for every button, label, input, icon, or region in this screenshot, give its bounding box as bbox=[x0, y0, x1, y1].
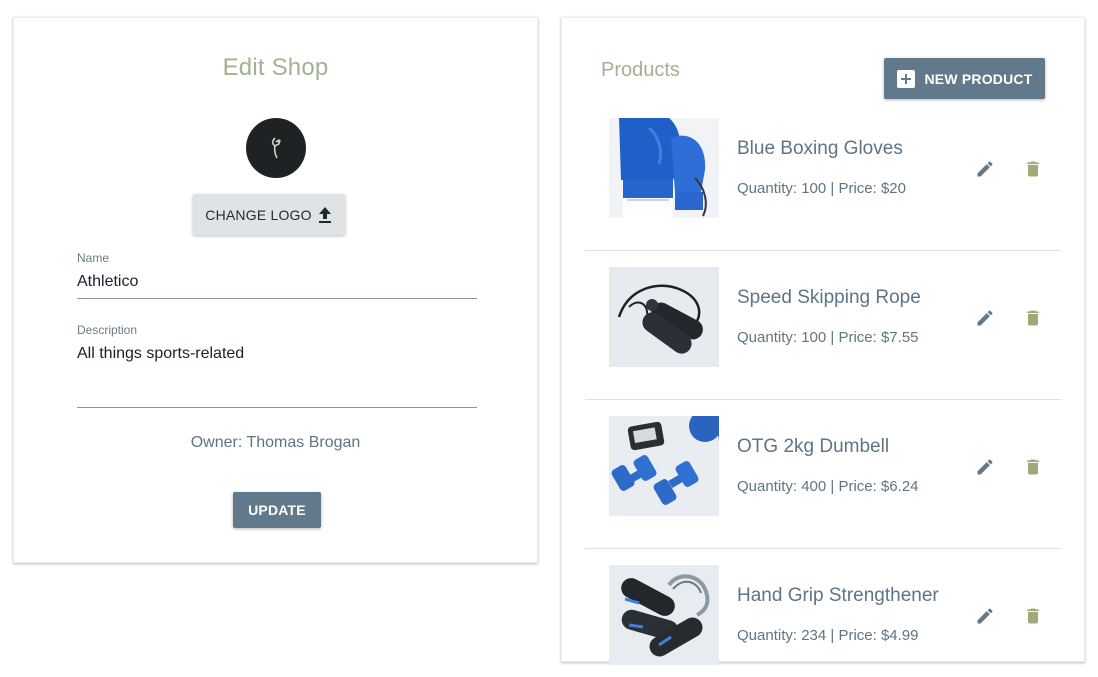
edit-shop-title: Edit Shop bbox=[222, 54, 329, 81]
product-list-item: Speed Skipping Rope Quantity: 100 | Pric… bbox=[585, 267, 1061, 400]
product-list: Blue Boxing Gloves Quantity: 100 | Price… bbox=[585, 118, 1061, 677]
dumbbell-image bbox=[609, 416, 719, 516]
edit-icon[interactable] bbox=[972, 454, 998, 480]
product-list-item: Hand Grip Strengthener Quantity: 234 | P… bbox=[585, 565, 1061, 677]
shop-logo-icon bbox=[271, 137, 281, 159]
update-button[interactable]: UPDATE bbox=[233, 492, 321, 528]
product-quantity-price: Quantity: 100 | Price: $20 bbox=[737, 180, 906, 197]
new-product-label: NEW PRODUCT bbox=[924, 70, 1033, 87]
edit-shop-card: Edit Shop CHANGE LOGO Name Athletico Des… bbox=[13, 17, 538, 563]
product-name: OTG 2kg Dumbell bbox=[737, 436, 890, 457]
hand-grip-image bbox=[609, 565, 719, 665]
skipping-rope-image bbox=[609, 267, 719, 367]
upload-icon bbox=[318, 206, 331, 223]
name-field-underline bbox=[77, 298, 477, 299]
products-card: Products NEW PRODUCT Blue Boxing Gloves … bbox=[561, 17, 1085, 665]
product-list-item: Blue Boxing Gloves Quantity: 100 | Price… bbox=[585, 118, 1061, 251]
delete-icon[interactable] bbox=[1020, 454, 1046, 480]
change-logo-button[interactable]: CHANGE LOGO bbox=[193, 194, 345, 235]
product-quantity-price: Quantity: 234 | Price: $4.99 bbox=[737, 627, 919, 644]
edit-icon[interactable] bbox=[972, 156, 998, 182]
product-quantity-price: Quantity: 400 | Price: $6.24 bbox=[737, 478, 919, 495]
edit-icon[interactable] bbox=[972, 603, 998, 629]
new-product-button[interactable]: NEW PRODUCT bbox=[884, 58, 1045, 99]
name-label: Name bbox=[77, 251, 110, 265]
product-name: Blue Boxing Gloves bbox=[737, 138, 903, 159]
edit-icon[interactable] bbox=[972, 305, 998, 331]
plus-icon bbox=[896, 69, 915, 88]
delete-icon[interactable] bbox=[1020, 603, 1046, 629]
delete-icon[interactable] bbox=[1020, 305, 1046, 331]
shop-logo-avatar bbox=[246, 118, 306, 178]
boxing-gloves-image bbox=[609, 118, 719, 218]
delete-icon[interactable] bbox=[1020, 156, 1046, 182]
description-field[interactable]: All things sports-related bbox=[77, 345, 244, 363]
product-list-item: OTG 2kg Dumbell Quantity: 400 | Price: $… bbox=[585, 416, 1061, 549]
owner-text: Owner: Thomas Brogan bbox=[190, 434, 361, 451]
description-label: Description bbox=[77, 323, 138, 337]
change-logo-label: CHANGE LOGO bbox=[205, 206, 312, 223]
products-title: Products bbox=[601, 59, 680, 81]
description-field-underline bbox=[77, 407, 477, 408]
product-quantity-price: Quantity: 100 | Price: $7.55 bbox=[737, 329, 919, 346]
product-name: Speed Skipping Rope bbox=[737, 287, 921, 308]
name-field[interactable]: Athletico bbox=[77, 273, 138, 291]
product-name: Hand Grip Strengthener bbox=[737, 585, 939, 606]
